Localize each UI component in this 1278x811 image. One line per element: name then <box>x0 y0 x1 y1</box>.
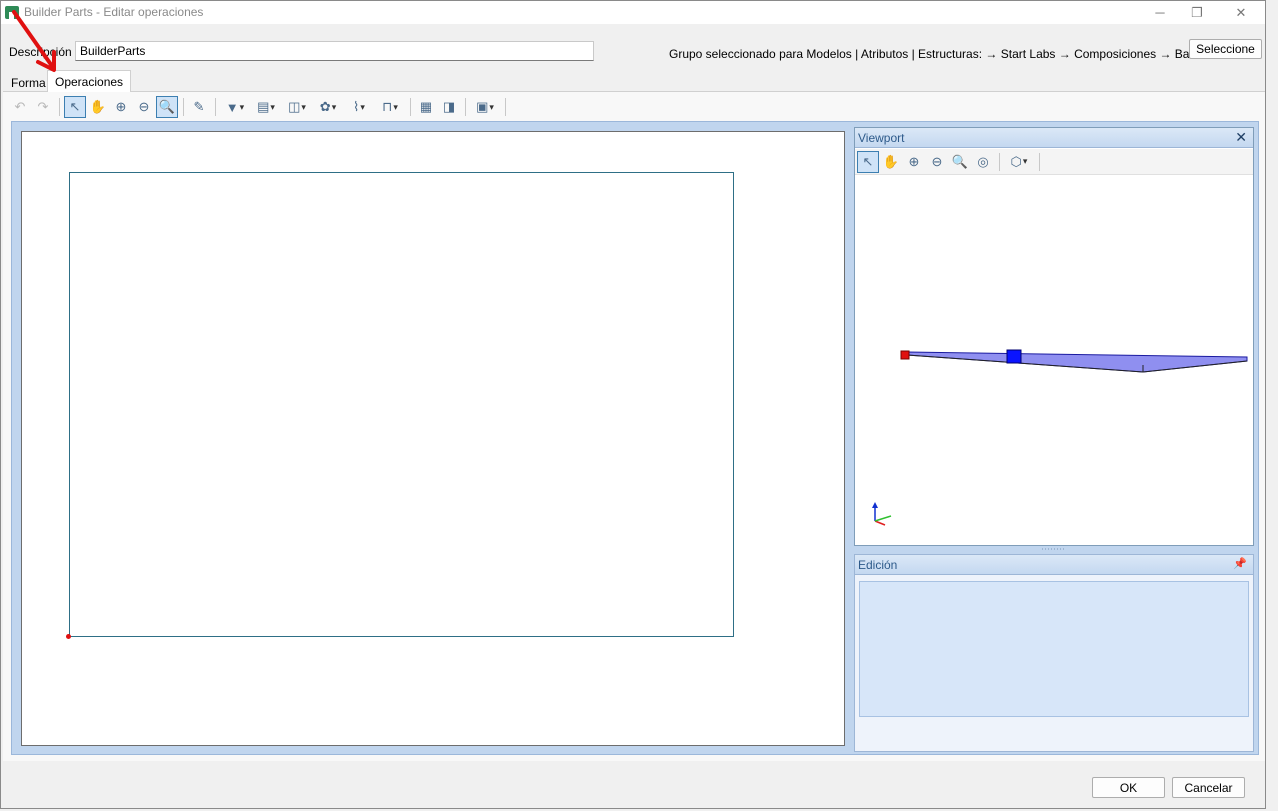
close-button[interactable]: ✕ <box>1219 1 1263 24</box>
edicion-panel: Edición 📌 <box>854 554 1254 752</box>
viewport-select-icon[interactable]: ↖ <box>857 150 879 173</box>
dialog-window: Builder Parts - Editar operaciones ─ ❐ ✕… <box>0 0 1266 809</box>
axis-z-arrow <box>872 502 878 508</box>
drill-tool-icon[interactable]: ▼ <box>220 96 250 118</box>
pin-icon[interactable]: 📌 <box>1233 557 1247 570</box>
edicion-content <box>859 581 1249 717</box>
zoom-in-icon[interactable]: ⊕ <box>110 96 132 118</box>
undo-icon[interactable]: ↶ <box>9 96 31 118</box>
restore-button[interactable]: ❐ <box>1175 1 1219 24</box>
3d-origin-marker <box>900 350 910 360</box>
cancel-button[interactable]: Cancelar <box>1172 777 1245 798</box>
viewport-orbit-icon[interactable]: ◎ <box>972 151 994 173</box>
viewport-zoom-fit-icon[interactable]: 🔍 <box>949 151 971 173</box>
edicion-title: Edición <box>858 558 898 572</box>
viewport-header: Viewport ✕ <box>855 128 1253 148</box>
toolbar-separator <box>999 152 1000 171</box>
viewport-panel: Viewport ✕ ↖ ✋ ⊕ ⊖ 🔍 ◎ ⬡ <box>854 127 1254 546</box>
zoom-fit-icon[interactable]: 🔍 <box>156 96 178 118</box>
select-pointer-icon[interactable]: ↖ <box>64 96 86 118</box>
description-input[interactable] <box>75 41 594 61</box>
viewport-3d-scene[interactable] <box>855 175 1253 545</box>
viewport-toolbar: ↖ ✋ ⊕ ⊖ 🔍 ◎ ⬡ <box>855 149 1253 175</box>
viewport-pan-icon[interactable]: ✋ <box>880 151 902 173</box>
viewport-zoom-in-icon[interactable]: ⊕ <box>903 151 925 173</box>
toolbar-separator <box>59 98 60 116</box>
axis-x <box>874 520 886 526</box>
shape-tool-icon[interactable]: ✿ <box>313 96 343 118</box>
part-outline[interactable] <box>69 172 734 637</box>
toolbar-separator <box>465 98 466 116</box>
redo-icon[interactable]: ↷ <box>32 96 54 118</box>
viewport-close-icon[interactable]: ✕ <box>1235 129 1247 146</box>
viewport-title: Viewport <box>858 131 905 145</box>
title-bar[interactable]: Builder Parts - Editar operaciones ─ ❐ ✕ <box>1 1 1265 24</box>
zoom-out-icon[interactable]: ⊖ <box>133 96 155 118</box>
toolbar-separator <box>410 98 411 116</box>
horizontal-cut-icon[interactable]: ▤ <box>251 96 281 118</box>
toolbar-separator <box>183 98 184 116</box>
select-group-button[interactable]: Seleccione <box>1189 39 1262 59</box>
annotation-arrow <box>12 10 56 72</box>
group-selection-text: Grupo seleccionado para Modelos | Atribu… <box>669 47 1209 61</box>
new-element-icon[interactable]: ✎ <box>188 96 210 118</box>
pan-hand-icon[interactable]: ✋ <box>87 96 109 118</box>
toolbar-separator <box>505 98 506 116</box>
toolbar-separator <box>1039 152 1040 171</box>
panel-splitter[interactable] <box>854 546 1254 552</box>
3d-center-handle[interactable] <box>1006 349 1022 364</box>
path-tool-icon[interactable]: ⌇ <box>344 96 374 118</box>
main-toolbar: ↶ ↷ ↖ ✋ ⊕ ⊖ 🔍 ✎ ▼ ▤ ◫ ✿ ⌇ ⊓ ▦ ◨ ▣ <box>9 95 510 119</box>
axis-y <box>874 515 892 522</box>
mirror-tool-icon[interactable]: ◨ <box>438 96 460 118</box>
edicion-header: Edición 📌 <box>855 555 1253 575</box>
ok-button[interactable]: OK <box>1092 777 1165 798</box>
annotation-arrow-shaft <box>12 10 54 68</box>
view-cube-icon[interactable]: ⬡ <box>1004 151 1034 173</box>
3d-panel-top-face <box>906 351 1248 373</box>
grid-tool-icon[interactable]: ▦ <box>415 96 437 118</box>
vertical-cut-icon[interactable]: ◫ <box>282 96 312 118</box>
viewport-zoom-out-icon[interactable]: ⊖ <box>926 151 948 173</box>
dimension-tool-icon[interactable]: ⊓ <box>375 96 405 118</box>
toolbar-separator <box>215 98 216 116</box>
display-mode-icon[interactable]: ▣ <box>470 96 500 118</box>
origin-point <box>66 634 71 639</box>
